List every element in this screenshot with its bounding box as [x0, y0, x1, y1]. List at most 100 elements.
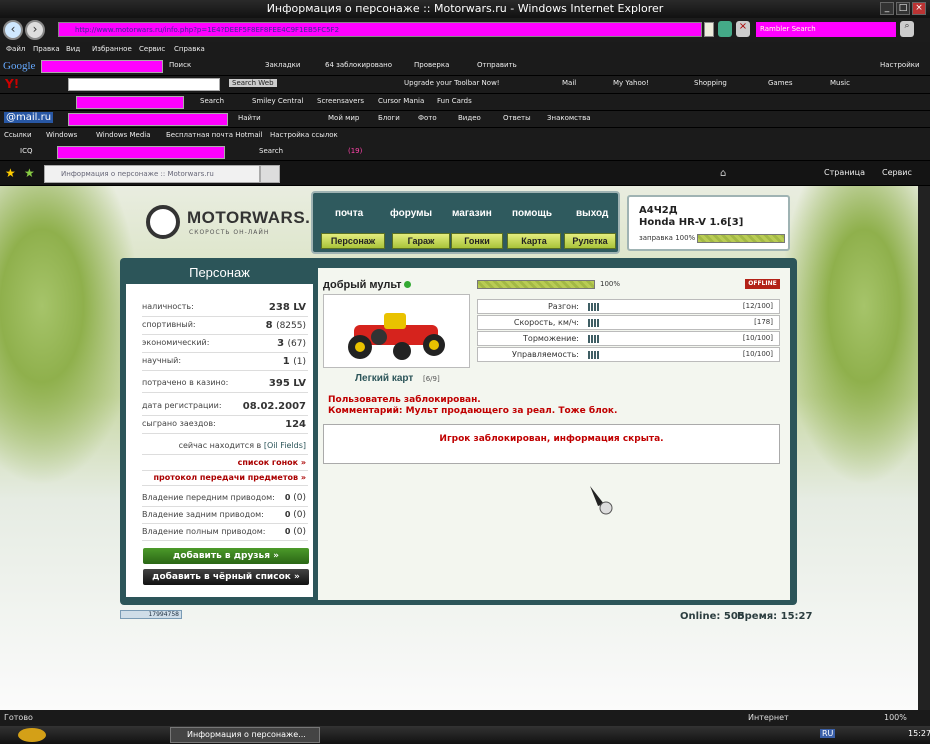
google-search-button[interactable]: Поиск	[169, 61, 191, 69]
car-model[interactable]: Honda HR-V 1.6[3]	[639, 217, 743, 228]
stat-bar	[588, 335, 600, 343]
bookmarks-button[interactable]: Закладки	[265, 61, 300, 69]
stat-label: сыграно заездов:	[142, 419, 216, 428]
close-icon[interactable]: ×	[912, 2, 926, 15]
icq-label[interactable]: ICQ	[20, 147, 32, 155]
cursor-mania-link[interactable]: Cursor Mania	[378, 97, 424, 105]
nav-races[interactable]: Гонки	[451, 233, 503, 249]
send-button[interactable]: Отправить	[477, 61, 517, 69]
refresh-icon[interactable]	[718, 21, 732, 37]
minimize-icon[interactable]: _	[880, 2, 894, 15]
google-search-input[interactable]	[41, 60, 163, 73]
menu-file[interactable]: Файл	[6, 45, 25, 53]
motorwars-logo-icon[interactable]	[146, 205, 180, 239]
security-zone: Интернет	[748, 713, 789, 722]
blogs-link[interactable]: Блоги	[378, 114, 400, 122]
nav-help[interactable]: помощь	[512, 208, 552, 219]
nav-logout[interactable]: выход	[576, 208, 608, 219]
menu-view[interactable]: Вид	[66, 45, 80, 53]
add-favorites-icon[interactable]: ★	[24, 166, 35, 180]
icq-search-input[interactable]	[57, 146, 225, 159]
mailru-search-input[interactable]	[68, 113, 228, 126]
popup-blocked-count[interactable]: 64 заблокировано	[325, 61, 392, 69]
address-dropdown-icon[interactable]	[704, 22, 714, 37]
music-link[interactable]: Music	[830, 79, 850, 87]
spellcheck-button[interactable]: Проверка	[414, 61, 449, 69]
search-web-button[interactable]: Search Web	[229, 79, 277, 87]
icq-count[interactable]: (19)	[348, 147, 362, 155]
back-icon[interactable]: ‹	[3, 20, 23, 40]
google-toolbar: Google Поиск Закладки 64 заблокировано П…	[0, 58, 930, 76]
car-plate: А4Ч2Д	[639, 205, 678, 216]
taskbar-ie-task[interactable]: Информация о персонаже...	[170, 727, 320, 743]
language-indicator[interactable]: RU	[820, 729, 836, 738]
video-link[interactable]: Видео	[458, 114, 481, 122]
online-count: Online: 505	[680, 611, 745, 622]
status-text: Готово	[4, 713, 33, 722]
myweb-search-input[interactable]	[76, 96, 184, 109]
smiley-central-link[interactable]: Smiley Central	[252, 97, 303, 105]
address-bar[interactable]: http://www.motorwars.ru/info.php?p=1E4?D…	[58, 22, 702, 37]
add-friend-button[interactable]: добавить в друзья »	[143, 548, 309, 564]
new-tab-button[interactable]	[260, 165, 280, 183]
menu-help[interactable]: Справка	[174, 45, 205, 53]
nav-map[interactable]: Карта	[507, 233, 561, 249]
stat-row-sport: спортивный: 8 (8255)	[142, 320, 308, 335]
screensavers-link[interactable]: Screensavers	[317, 97, 364, 105]
link-hotmail[interactable]: Бесплатная почта Hotmail	[166, 131, 263, 139]
page-menu[interactable]: Страница	[824, 168, 865, 177]
favorites-star-icon[interactable]: ★	[5, 166, 16, 180]
zoom-level[interactable]: 100%	[884, 713, 907, 722]
transfer-log-link[interactable]: протокол передачи предметов »	[142, 473, 308, 486]
nav-garage[interactable]: Гараж	[392, 233, 450, 249]
browser-tab[interactable]: Информация о персонаже :: Motorwars.ru	[44, 165, 260, 183]
stat-handling: Управляемость: [10/100]	[477, 347, 780, 362]
menu-edit[interactable]: Правка	[33, 45, 60, 53]
answers-link[interactable]: Ответы	[503, 114, 531, 122]
stat-value: [12/100]	[742, 302, 773, 310]
yahoo-icon[interactable]: Y!	[5, 77, 19, 91]
nav-character[interactable]: Персонаж	[321, 233, 385, 249]
yahoo-mail-link[interactable]: Mail	[562, 79, 576, 87]
yahoo-search-input[interactable]	[68, 78, 220, 91]
link-windows[interactable]: Windows	[46, 131, 77, 139]
nav-forums[interactable]: форумы	[390, 208, 432, 219]
character-name: добрый мульт	[323, 279, 402, 291]
nav-roulette[interactable]: Рулетка	[564, 233, 616, 249]
search-input[interactable]: Rambler Search	[756, 22, 896, 37]
start-button[interactable]	[18, 728, 46, 742]
stat-value: [10/100]	[742, 350, 773, 358]
forward-icon[interactable]: ›	[25, 20, 45, 40]
visit-counter[interactable]: 17994758	[120, 610, 182, 619]
home-icon[interactable]: ⌂	[720, 168, 726, 179]
my-yahoo-link[interactable]: My Yahoo!	[613, 79, 649, 87]
link-windows-media[interactable]: Windows Media	[96, 131, 151, 139]
upgrade-link[interactable]: Upgrade your Toolbar Now!	[404, 79, 500, 87]
moy-mir-link[interactable]: Мой мир	[328, 114, 359, 122]
vertical-scrollbar[interactable]	[918, 186, 930, 710]
photo-link[interactable]: Фото	[418, 114, 437, 122]
stat-row-casino: потрачено в казино: 395 LV	[142, 378, 308, 393]
search-icon[interactable]: ⌕	[900, 21, 914, 37]
races-list-link[interactable]: список гонок »	[142, 458, 308, 471]
nav-shop[interactable]: магазин	[452, 208, 492, 219]
fun-cards-link[interactable]: Fun Cards	[437, 97, 472, 105]
car-name[interactable]: Легкий карт	[355, 373, 413, 384]
menu-favorites[interactable]: Избранное	[92, 45, 132, 53]
tools-menu[interactable]: Сервис	[882, 168, 912, 177]
icq-search-button[interactable]: Search	[259, 147, 283, 155]
myweb-search-button[interactable]: Search	[200, 97, 224, 105]
settings-button[interactable]: Настройки	[880, 61, 920, 69]
menu-tools[interactable]: Сервис	[139, 45, 165, 53]
stop-icon[interactable]: ×	[736, 21, 750, 37]
mailru-find-button[interactable]: Найти	[238, 114, 261, 122]
location-link[interactable]: [Oil Fields]	[264, 441, 306, 450]
add-blacklist-button[interactable]: добавить в чёрный список »	[143, 569, 309, 585]
maximize-icon[interactable]: □	[896, 2, 910, 15]
games-link[interactable]: Games	[768, 79, 793, 87]
nav-mail[interactable]: почта	[335, 208, 363, 219]
shopping-link[interactable]: Shopping	[694, 79, 727, 87]
dating-link[interactable]: Знакомства	[547, 114, 591, 122]
car-level: [6/9]	[423, 375, 440, 383]
link-customize[interactable]: Настройка ссылок	[270, 131, 338, 139]
